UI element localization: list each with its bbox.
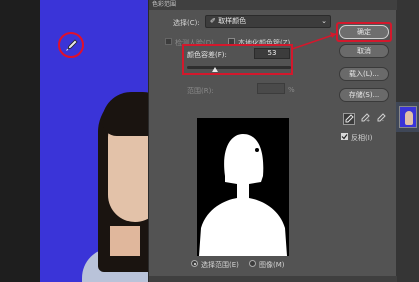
eyedropper-cursor-icon [66,39,78,51]
eyedropper-minus-tool-icon[interactable]: - [376,113,388,125]
range-unit: % [288,86,295,94]
fuzziness-label: 颜色容差(F): [187,51,227,59]
document-canvas-photo[interactable] [40,0,150,282]
svg-text:+: + [366,118,370,123]
selection-preview [197,118,289,256]
canvas-margin [0,0,40,282]
cancel-button[interactable]: 取消 [339,44,389,58]
fuzziness-input[interactable]: 53 [254,48,290,59]
image-radio[interactable] [249,260,256,267]
save-button[interactable]: 存储(S)... [339,88,389,102]
color-range-dialog: 色彩范围 选择(C): ✐ 取样颜色 ⌄ 检测人脸(D) 本地化颜色簇(Z) 颜… [148,0,397,282]
select-value: 取样颜色 [218,17,247,25]
select-label: 选择(C): [173,19,200,27]
svg-text:-: - [382,118,384,123]
eyedropper-highlight-circle [58,32,84,58]
layer-thumbnail[interactable] [399,106,417,128]
dialog-title: 色彩范围 [149,0,397,10]
image-radio-label: 图像(M) [259,261,285,269]
selection-radio-label: 选择范围(E) [201,261,239,269]
ok-button[interactable]: 确定 [339,25,389,39]
dialog-bottom-strip [149,276,397,282]
invert-label: 反相(I) [351,134,373,142]
chevron-down-icon: ⌄ [321,17,327,25]
fuzziness-slider-handle[interactable] [212,67,218,72]
range-input[interactable] [257,83,285,94]
layers-panel-strip [396,0,419,282]
eyedropper-plus-tool-icon[interactable]: + [360,113,372,125]
load-button[interactable]: 载入(L)... [339,67,389,81]
sample-eyedropper-icon: ✐ [210,17,219,25]
photo-bangs [102,92,150,136]
select-dropdown[interactable]: ✐ 取样颜色 ⌄ [205,15,331,28]
range-label: 范围(R): [187,87,214,95]
photo-neck [110,226,140,256]
selection-radio[interactable] [191,260,198,267]
detect-faces-checkbox[interactable] [165,38,172,45]
eyedropper-tool-icon[interactable] [343,113,355,125]
fuzziness-slider-track[interactable] [187,66,291,69]
silhouette-mask [199,134,287,256]
checkmark-icon [341,134,348,140]
photoshop-workspace: 色彩范围 选择(C): ✐ 取样颜色 ⌄ 检测人脸(D) 本地化颜色簇(Z) 颜… [0,0,419,282]
invert-checkbox[interactable] [341,133,348,140]
